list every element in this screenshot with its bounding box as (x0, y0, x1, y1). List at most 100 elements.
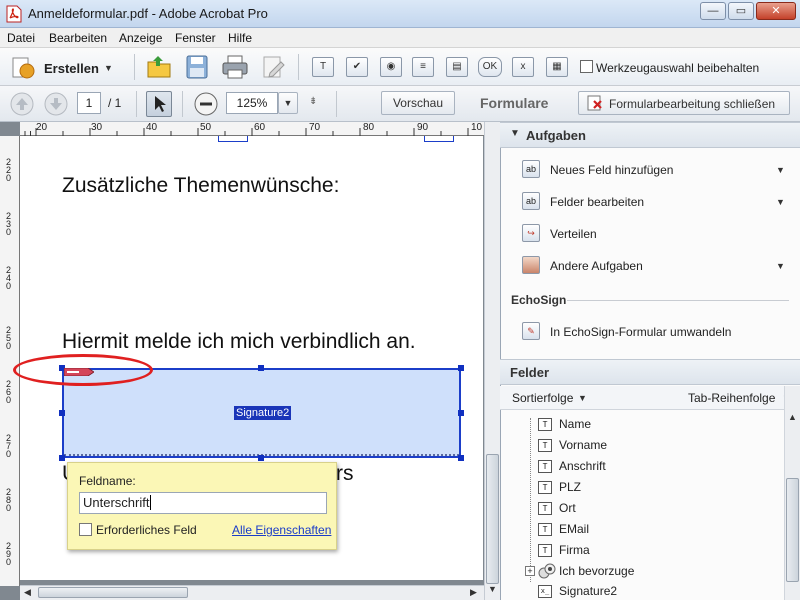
dropdown-tool-icon[interactable]: ▤ (446, 57, 468, 77)
field-name-input[interactable]: Unterschrift (79, 492, 327, 514)
resize-handle[interactable] (59, 410, 65, 416)
close-form-icon (587, 95, 602, 111)
menu-hilfe[interactable]: Hilfe (228, 31, 252, 45)
zoom-input[interactable]: 125% (226, 92, 278, 114)
toolbar-divider (182, 91, 183, 117)
task-edit-fields[interactable]: ab Felder bearbeiten ▼ (512, 190, 792, 214)
scrollbar-thumb[interactable] (786, 478, 799, 582)
list-box-tool-icon[interactable]: ≡ (412, 57, 434, 77)
ruler-ticks (24, 128, 469, 136)
previous-page-icon[interactable] (10, 92, 34, 116)
vertical-scrollbar[interactable]: ▼ (484, 122, 500, 600)
all-properties-link[interactable]: Alle Eigenschaften (232, 523, 331, 537)
field-item-vorname[interactable]: T Vorname (536, 436, 776, 456)
field-item-name[interactable]: T Name (536, 415, 776, 435)
field-outline[interactable] (424, 136, 454, 142)
forms-mode-label: Formulare (480, 95, 549, 111)
resize-handle[interactable] (458, 365, 464, 371)
partial-text-right: rs (336, 462, 354, 485)
heading-topics: Zusätzliche Themenwünsche: (62, 174, 340, 197)
navigation-toolbar: 1 / 1 125% ▼ ⇟ Vorschau Formulare Formul… (0, 86, 800, 122)
more-tools-icon[interactable]: ⇟ (309, 96, 317, 107)
task-label: Neues Feld hinzufügen (550, 163, 674, 177)
page-number-input[interactable]: 1 (77, 92, 101, 114)
close-button[interactable]: ✕ (756, 2, 796, 20)
signature-field-icon: x_ (538, 585, 552, 598)
next-page-icon[interactable] (44, 92, 68, 116)
expand-icon[interactable]: + (525, 566, 535, 576)
task-echosign[interactable]: ✎ In EchoSign-Formular umwandeln (512, 320, 792, 344)
field-item-firma[interactable]: T Firma (536, 541, 776, 561)
fields-scrollbar[interactable]: ▲ (784, 386, 800, 600)
tab-order-dropdown[interactable]: Tab-Reihenfolge (688, 391, 775, 405)
minimize-button[interactable]: — (700, 2, 726, 20)
scroll-down-icon[interactable]: ▼ (488, 584, 497, 594)
print-icon[interactable] (222, 55, 248, 79)
field-item-email[interactable]: T EMail (536, 520, 776, 540)
preview-button[interactable]: Vorschau (381, 91, 455, 115)
text-field-tool-icon[interactable]: T (312, 57, 334, 77)
checkbox-tool-icon[interactable]: ✔ (346, 57, 368, 77)
menu-datei[interactable]: Datei (7, 31, 35, 45)
sort-order-dropdown[interactable]: Sortierfolge (512, 391, 573, 405)
fields-sort-bar: Sortierfolge ▼ Tab-Reihenfolge ▼ (500, 386, 800, 410)
scrollbar-thumb[interactable] (38, 587, 188, 598)
radio-button-tool-icon[interactable]: ◉ (380, 57, 402, 77)
task-new-field[interactable]: ab Neues Feld hinzufügen ▼ (512, 158, 792, 182)
restore-button[interactable]: ▭ (728, 2, 754, 20)
ruler-mark: 2 7 0 (6, 433, 12, 459)
resize-handle[interactable] (458, 410, 464, 416)
zoom-dropdown-button[interactable]: ▼ (278, 92, 298, 114)
ruler-mark: 2 9 0 (6, 541, 12, 567)
task-other[interactable]: Andere Aufgaben ▼ (512, 254, 792, 278)
task-label: Verteilen (550, 227, 597, 241)
required-checkbox[interactable] (79, 523, 92, 536)
menu-bearbeiten[interactable]: Bearbeiten (49, 31, 107, 45)
create-pdf-icon (12, 57, 35, 79)
main-toolbar: Erstellen ▼ T ✔ ◉ ≡ ▤ OK x ▦ Werkzeugaus… (0, 48, 800, 86)
create-label: Erstellen (44, 61, 99, 76)
horizontal-scrollbar[interactable]: ◀ ▶ (20, 585, 484, 600)
field-item-label: Ort (559, 501, 576, 515)
keep-tool-label: Werkzeugauswahl beibehalten (596, 61, 760, 75)
open-folder-icon[interactable] (146, 54, 172, 80)
resize-handle[interactable] (458, 455, 464, 461)
field-item-plz[interactable]: T PLZ (536, 478, 776, 498)
field-item-ich-bevorzuge[interactable]: + Ich bevorzuge (524, 562, 784, 582)
zoom-out-icon[interactable] (194, 92, 218, 116)
menu-anzeige[interactable]: Anzeige (119, 31, 162, 45)
field-item-signature2[interactable]: x_ Signature2 (536, 583, 776, 600)
keep-tool-checkbox[interactable] (580, 60, 593, 73)
save-icon[interactable] (186, 55, 208, 79)
field-item-label: PLZ (559, 480, 582, 494)
select-tool-button[interactable] (146, 91, 172, 117)
create-button[interactable]: Erstellen ▼ (8, 55, 120, 81)
scroll-up-icon[interactable]: ▲ (788, 412, 797, 422)
fields-header-label: Felder (510, 365, 550, 380)
digital-signature-tool-icon[interactable]: x (512, 57, 534, 77)
echosign-header: EchoSign (511, 293, 567, 307)
ruler-mark: 2 8 0 (6, 487, 12, 513)
resize-handle[interactable] (59, 455, 65, 461)
edit-document-icon[interactable] (262, 55, 286, 79)
scrollbar-thumb[interactable] (486, 454, 499, 584)
menu-fenster[interactable]: Fenster (175, 31, 216, 45)
scroll-left-icon[interactable]: ◀ (24, 587, 31, 598)
field-outline[interactable] (218, 136, 248, 142)
fields-header[interactable]: Felder (500, 359, 800, 385)
scroll-right-icon[interactable]: ▶ (470, 587, 477, 598)
field-item-ort[interactable]: T Ort (536, 499, 776, 519)
close-form-editing-button[interactable]: Formularbearbeitung schließen (578, 91, 790, 115)
barcode-tool-icon[interactable]: ▦ (546, 57, 568, 77)
field-item-label: Name (559, 417, 592, 431)
resize-handle[interactable] (258, 455, 264, 461)
field-item-anschrift[interactable]: T Anschrift (536, 457, 776, 477)
chevron-down-icon: ▼ (776, 165, 785, 175)
text-field-icon: T (538, 523, 552, 536)
button-tool-icon[interactable]: OK (478, 57, 502, 77)
chevron-down-icon[interactable]: ▼ (578, 393, 587, 403)
task-distribute[interactable]: ↪ Verteilen (512, 222, 792, 246)
resize-handle[interactable] (258, 365, 264, 371)
toolbar-divider (298, 54, 299, 80)
tasks-header[interactable]: ▼ Aufgaben (500, 122, 800, 148)
